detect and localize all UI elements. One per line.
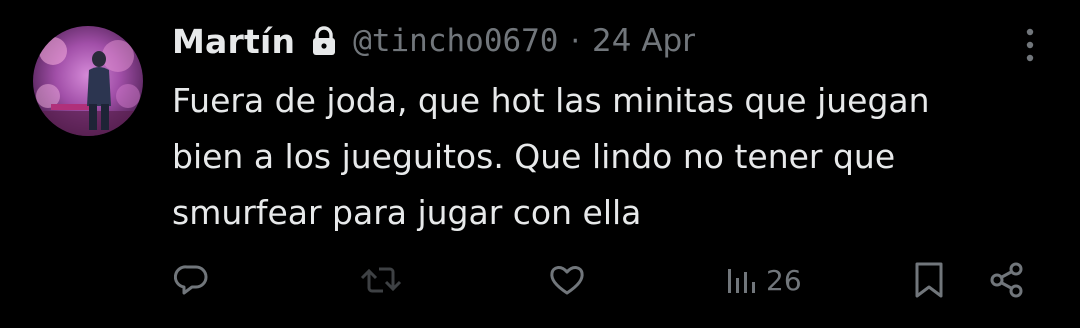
bar-chart-icon xyxy=(726,263,760,297)
reply-button[interactable] xyxy=(174,252,210,308)
bookmark-icon xyxy=(912,261,946,299)
views-count: 26 xyxy=(766,263,802,297)
tweet-text-line: bien a los jueguitos. Que lindo no tener… xyxy=(172,137,896,176)
tweet-text-line: Fuera de joda, que hot las minitas que j… xyxy=(172,81,930,120)
bookmark-button[interactable] xyxy=(912,252,946,308)
tweet-text-line: smurfear para jugar con ella xyxy=(172,193,642,232)
heart-icon xyxy=(549,263,585,297)
action-bar: 26 xyxy=(0,252,1080,308)
avatar[interactable] xyxy=(33,26,143,136)
tweet-header: Martín @tincho0670 · 24 Apr xyxy=(172,18,695,64)
reply-icon xyxy=(174,262,210,298)
share-icon xyxy=(988,261,1026,299)
like-button[interactable] xyxy=(549,252,585,308)
views-button[interactable]: 26 xyxy=(726,252,802,308)
more-vertical-icon[interactable] xyxy=(1024,26,1036,64)
timestamp[interactable]: 24 Apr xyxy=(592,23,695,59)
separator-dot: · xyxy=(570,23,581,59)
repost-icon xyxy=(359,262,403,298)
tweet-text: Fuera de joda, que hot las minitas que j… xyxy=(172,73,1052,241)
lock-icon xyxy=(309,25,339,57)
share-button[interactable] xyxy=(988,252,1026,308)
repost-button[interactable] xyxy=(359,252,403,308)
user-handle[interactable]: @tincho0670 xyxy=(353,23,558,59)
display-name[interactable]: Martín xyxy=(172,22,295,61)
tweet: Martín @tincho0670 · 24 Apr Fuera de jod… xyxy=(0,0,1080,328)
